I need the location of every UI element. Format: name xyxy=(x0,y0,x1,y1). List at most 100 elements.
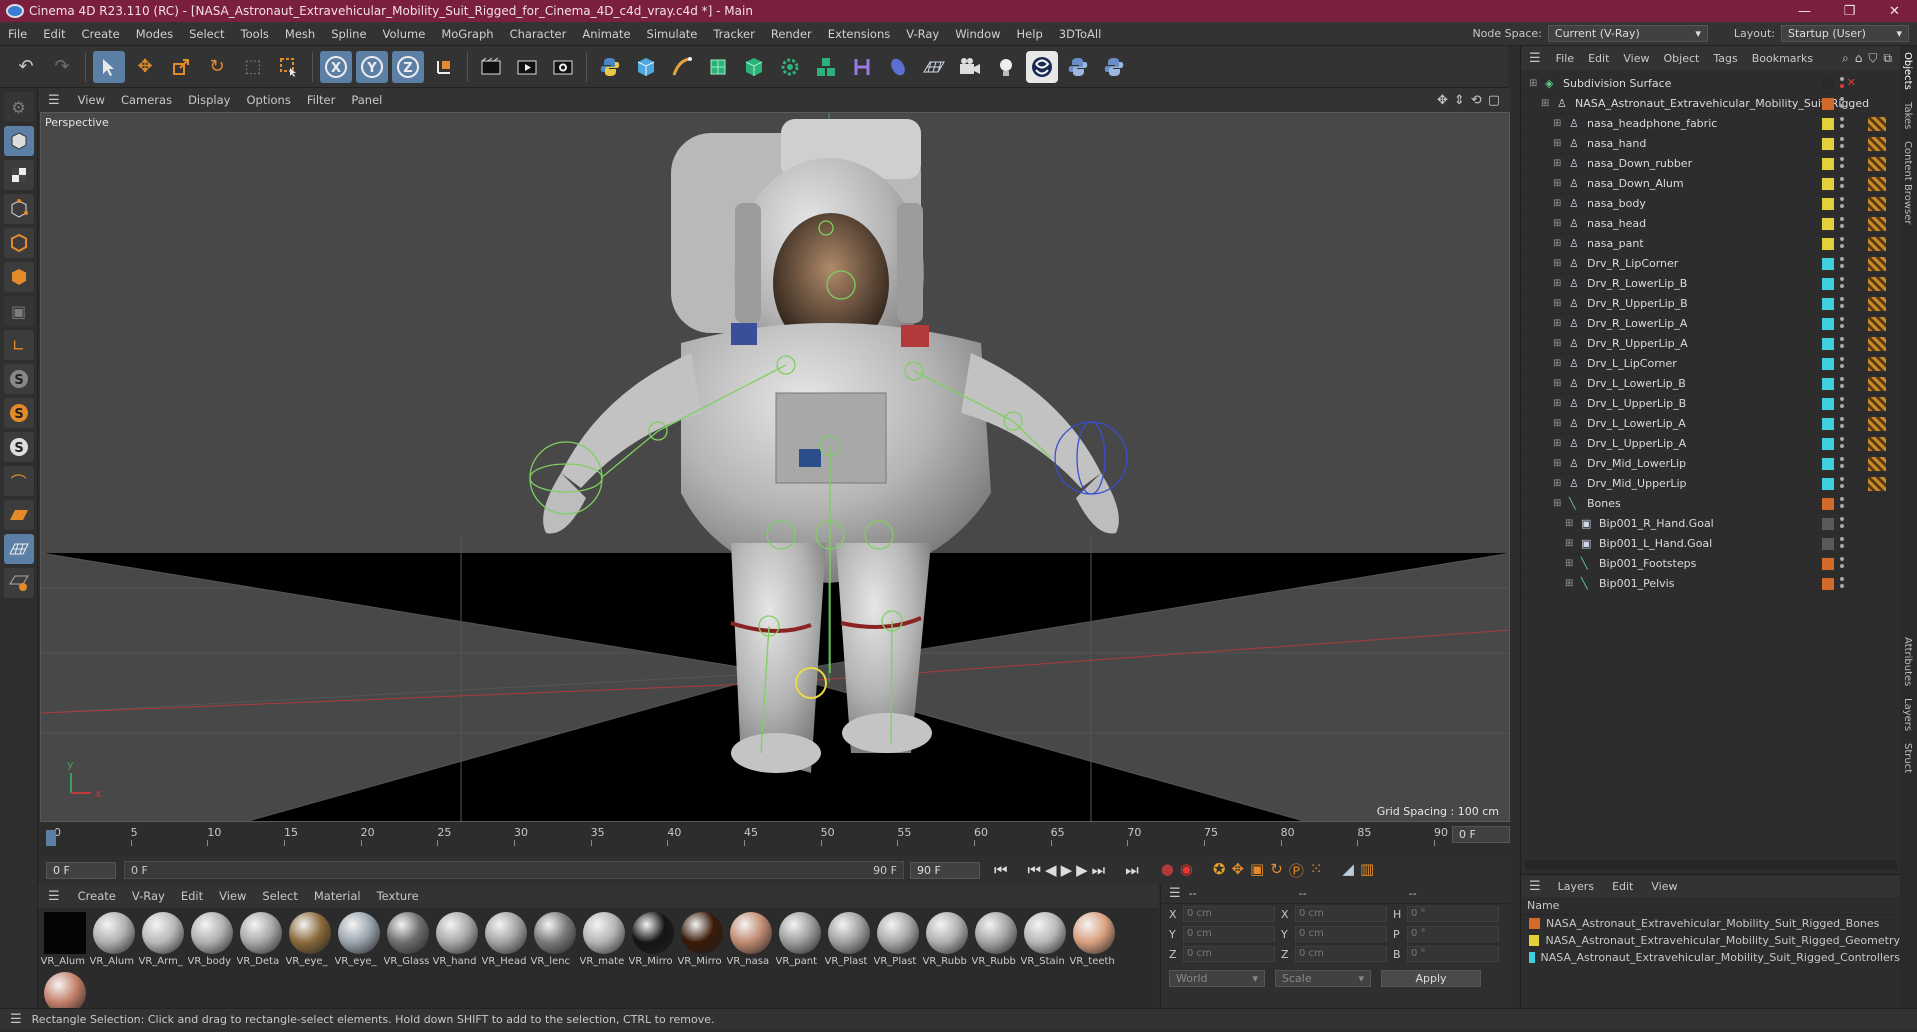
go-to-end-icon[interactable]: ⏭ xyxy=(1125,861,1139,879)
expand-toggle-icon[interactable]: ⊞ xyxy=(1541,98,1553,109)
object-row[interactable]: ⊞ ╲ Bip001_Pelvis xyxy=(1521,574,1900,594)
viewport-menu-display[interactable]: Display xyxy=(180,93,238,107)
expand-toggle-icon[interactable]: ⊞ xyxy=(1553,218,1565,229)
start-frame-field[interactable]: 0 F xyxy=(46,861,116,879)
object-row[interactable]: ⊞ ♙ NASA_Astronaut_Extravehicular_Mobility… xyxy=(1521,94,1900,114)
material-swatch[interactable]: VR_Arm_ xyxy=(138,912,187,972)
material-swatch[interactable]: VR_nasa xyxy=(726,912,775,972)
visibility-dots[interactable] xyxy=(1840,497,1844,508)
texture-mode-icon[interactable] xyxy=(3,160,34,190)
object-row[interactable]: ⊞ ╲ Bip001_Footsteps xyxy=(1521,554,1900,574)
grid-snap-icon[interactable] xyxy=(3,534,34,564)
object-row[interactable]: ⊞ ♙ Drv_R_LowerLip_A xyxy=(1521,314,1900,334)
menu-volume[interactable]: Volume xyxy=(375,27,434,41)
filter-icon[interactable]: ⛉ xyxy=(1868,51,1877,66)
material-swatch[interactable]: VR_Stain xyxy=(1020,912,1069,972)
render-picture-viewer-icon[interactable] xyxy=(511,51,543,83)
menu-mesh[interactable]: Mesh xyxy=(277,27,323,41)
object-row[interactable]: ⊞ ♙ Drv_L_UpperLip_B xyxy=(1521,394,1900,414)
menu-3dtoall[interactable]: 3DToAll xyxy=(1051,27,1110,41)
viewport-menu-cameras[interactable]: Cameras xyxy=(113,93,180,107)
material-tag-icon[interactable] xyxy=(1868,317,1886,331)
x-axis-icon[interactable]: X xyxy=(320,50,352,83)
material-tag-icon[interactable] xyxy=(1868,357,1886,371)
expand-toggle-icon[interactable]: ⊞ xyxy=(1553,118,1565,129)
points-mode-icon[interactable] xyxy=(3,194,34,224)
material-tag-icon[interactable] xyxy=(1868,137,1886,151)
object-menu-file[interactable]: File xyxy=(1549,52,1581,65)
layer-color-tag[interactable] xyxy=(1822,98,1834,110)
key-rotation-icon[interactable]: ↻ xyxy=(1270,860,1283,881)
material-swatch[interactable]: VR_Plast xyxy=(873,912,922,972)
menu-help[interactable]: Help xyxy=(1009,27,1051,41)
object-menu-object[interactable]: Object xyxy=(1657,52,1707,65)
layer-color-tag[interactable] xyxy=(1822,498,1834,510)
expand-toggle-icon[interactable]: ⊞ xyxy=(1553,458,1565,469)
material-swatch[interactable]: VR_hand xyxy=(432,912,481,972)
menu-v-ray[interactable]: V-Ray xyxy=(898,27,947,41)
render-view-icon[interactable] xyxy=(475,51,507,83)
object-row[interactable]: ⊞ ◈ Subdivision Surface ✕ xyxy=(1521,74,1900,94)
coord-value-field[interactable]: 0 ° xyxy=(1407,906,1499,922)
coord-system-icon[interactable] xyxy=(428,51,460,83)
menu-spline[interactable]: Spline xyxy=(323,27,374,41)
expand-toggle-icon[interactable]: ⊞ xyxy=(1553,138,1565,149)
light-icon[interactable] xyxy=(990,51,1022,83)
material-swatch[interactable]: VR_Mirro xyxy=(677,912,726,972)
right-tab-layers[interactable]: Layers xyxy=(1902,692,1913,737)
snap-s-white-icon[interactable]: S xyxy=(3,432,34,462)
astronaut-model[interactable] xyxy=(543,119,1119,773)
edges-mode-icon[interactable] xyxy=(3,228,34,258)
layer-color-tag[interactable] xyxy=(1822,78,1834,90)
object-row[interactable]: ⊞ ♙ Drv_L_LipCorner xyxy=(1521,354,1900,374)
visibility-dots[interactable] xyxy=(1840,417,1844,428)
material-swatch[interactable]: VR_pant xyxy=(775,912,824,972)
maximize-view-icon[interactable]: ▢ xyxy=(1488,93,1500,108)
visibility-dots[interactable] xyxy=(1840,337,1844,348)
visibility-dots[interactable] xyxy=(1840,517,1844,528)
material-swatch[interactable]: VR_Plast xyxy=(824,912,873,972)
layer-color-swatch[interactable] xyxy=(1529,935,1540,946)
object-menu-bookmarks[interactable]: Bookmarks xyxy=(1745,52,1820,65)
expand-toggle-icon[interactable]: ⊞ xyxy=(1553,278,1565,289)
maximize-button[interactable]: ❐ xyxy=(1827,4,1872,19)
object-row[interactable]: ⊞ ♙ Drv_L_UpperLip_A xyxy=(1521,434,1900,454)
layout-select[interactable]: Startup (User) ▾ xyxy=(1781,25,1909,42)
object-row[interactable]: ⊞ ╲ Bones xyxy=(1521,494,1900,514)
snap-s-orange-icon[interactable]: S xyxy=(3,398,34,428)
visibility-dots[interactable] xyxy=(1840,477,1844,488)
material-tag-icon[interactable] xyxy=(1868,397,1886,411)
hamburger-icon[interactable]: ☰ xyxy=(38,93,70,108)
frame-range-slider[interactable]: 0 F 90 F xyxy=(124,861,904,879)
expand-toggle-icon[interactable]: ⊞ xyxy=(1553,198,1565,209)
hamburger-icon[interactable]: ☰ xyxy=(38,889,70,904)
layer-color-tag[interactable] xyxy=(1822,118,1834,130)
record-icon[interactable]: ● xyxy=(1161,860,1174,881)
visibility-dots[interactable] xyxy=(1840,237,1844,248)
object-row[interactable]: ⊞ ♙ Drv_L_LowerLip_B xyxy=(1521,374,1900,394)
visibility-dots[interactable] xyxy=(1840,537,1844,548)
film-strip-icon[interactable]: ▥ xyxy=(1360,860,1374,881)
new-window-icon[interactable]: ⧉ xyxy=(1883,51,1892,66)
layer-color-tag[interactable] xyxy=(1822,318,1834,330)
node-space-select[interactable]: Current (V-Ray) ▾ xyxy=(1547,25,1708,42)
layer-color-tag[interactable] xyxy=(1822,518,1834,530)
magnet-icon[interactable]: ⌒ xyxy=(3,466,34,496)
hamburger-icon[interactable]: ☰ xyxy=(1521,879,1549,894)
material-swatch[interactable]: VR_lenc xyxy=(530,912,579,972)
material-menu-select[interactable]: Select xyxy=(254,889,305,903)
object-row[interactable]: ⊞ ♙ Drv_R_LowerLip_B xyxy=(1521,274,1900,294)
layer-color-tag[interactable] xyxy=(1822,258,1834,270)
layer-row[interactable]: NASA_Astronaut_Extravehicular_Mobility_S… xyxy=(1521,932,1900,949)
previous-frame-icon[interactable]: ◀ xyxy=(1045,861,1057,879)
viewport-menu-view[interactable]: View xyxy=(70,93,113,107)
redo-icon[interactable]: ↷ xyxy=(46,51,78,83)
expand-toggle-icon[interactable]: ⊞ xyxy=(1553,258,1565,269)
orbit-icon[interactable]: ⟲ xyxy=(1471,93,1482,108)
move-icon[interactable]: ✥ xyxy=(129,51,161,83)
object-row[interactable]: ⊞ ♙ nasa_Down_rubber xyxy=(1521,154,1900,174)
previous-key-icon[interactable]: ⏮ xyxy=(1028,861,1042,879)
coord-value-field[interactable]: 0 cm xyxy=(1295,946,1387,962)
expand-toggle-icon[interactable]: ⊞ xyxy=(1565,538,1577,549)
layer-color-tag[interactable] xyxy=(1822,438,1834,450)
